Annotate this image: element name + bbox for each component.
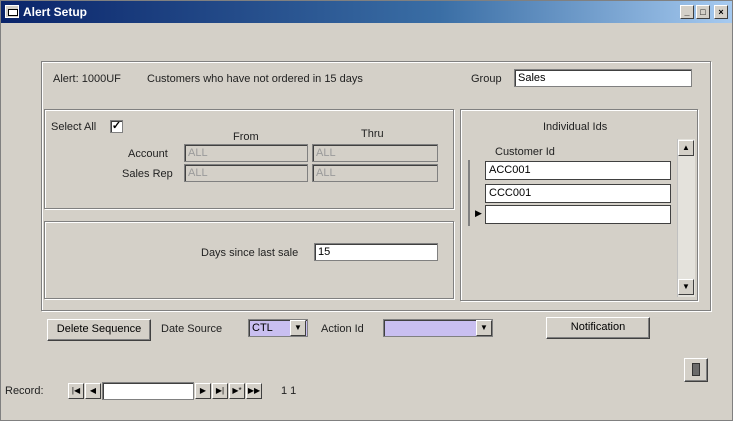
- window-title: Alert Setup: [23, 5, 88, 19]
- alert-description: Customers who have not ordered in 15 day…: [147, 73, 363, 85]
- grid-scrollbar[interactable]: [677, 139, 695, 297]
- customer-id-cell[interactable]: ACC001: [485, 161, 671, 180]
- alert-setup-window: Alert Setup _ □ × Alert: 1000UF Customer…: [0, 0, 733, 421]
- maximize-button[interactable]: □: [696, 5, 710, 19]
- record-number-input[interactable]: [102, 382, 194, 400]
- exit-door-icon[interactable]: [684, 358, 708, 382]
- action-id-label: Action Id: [321, 323, 364, 335]
- next-record-icon[interactable]: ▶: [195, 383, 211, 399]
- customer-id-cell[interactable]: CCC001: [485, 184, 671, 203]
- record-count: 1 1: [281, 385, 297, 397]
- customer-id-new-cell[interactable]: [485, 205, 671, 224]
- select-all-label: Select All: [51, 121, 97, 133]
- days-input[interactable]: 15: [314, 243, 438, 261]
- sales-rep-thru-field[interactable]: ALL: [312, 164, 438, 182]
- sales-rep-from-field[interactable]: ALL: [184, 164, 308, 182]
- days-label: Days since last sale: [201, 247, 299, 259]
- form-icon: [5, 5, 19, 18]
- customer-id-column-header: Customer Id: [495, 146, 555, 158]
- new-record-icon[interactable]: ▶*: [229, 383, 245, 399]
- account-thru-field[interactable]: ALL: [312, 144, 438, 162]
- account-label: Account: [128, 148, 168, 160]
- select-all-checkbox[interactable]: ✓: [110, 120, 123, 133]
- group-input[interactable]: Sales: [514, 69, 692, 87]
- thru-header: Thru: [361, 128, 384, 140]
- alert-id-label: Alert: 1000UF: [53, 73, 121, 85]
- scroll-up-icon[interactable]: ▲: [678, 140, 694, 156]
- group-label: Group: [471, 73, 502, 85]
- notification-button[interactable]: Notification: [546, 317, 650, 339]
- first-record-icon[interactable]: |◀: [68, 383, 84, 399]
- date-source-dropdown-icon[interactable]: ▼: [290, 320, 306, 336]
- date-source-label: Date Source: [161, 323, 223, 335]
- record-label: Record:: [5, 385, 44, 397]
- from-header: From: [233, 131, 259, 143]
- individual-ids-header: Individual Ids: [543, 121, 608, 133]
- previous-record-icon[interactable]: ◀: [85, 383, 101, 399]
- account-from-field[interactable]: ALL: [184, 144, 308, 162]
- scroll-down-icon[interactable]: ▼: [678, 279, 694, 295]
- current-record-arrow-icon: ▶: [475, 208, 482, 218]
- title-bar: Alert Setup _ □ ×: [1, 1, 732, 23]
- last-record-icon[interactable]: ▶|: [212, 383, 228, 399]
- minimize-button[interactable]: _: [680, 5, 694, 19]
- delete-sequence-button[interactable]: Delete Sequence: [47, 319, 151, 341]
- record-options-icon[interactable]: ▶▶: [246, 383, 262, 399]
- action-id-dropdown-icon[interactable]: ▼: [476, 320, 492, 336]
- record-selector-column: [468, 160, 470, 226]
- sales-rep-label: Sales Rep: [122, 168, 173, 180]
- close-button[interactable]: ×: [714, 5, 728, 19]
